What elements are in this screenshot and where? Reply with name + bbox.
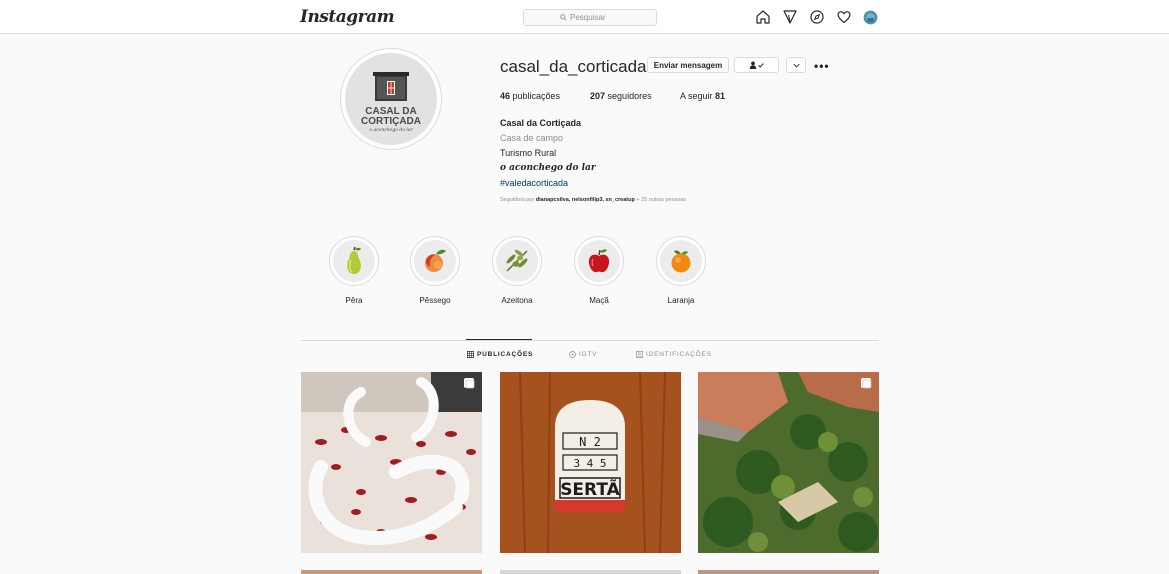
highlight-ring [574, 236, 624, 286]
activity-heart-icon[interactable] [836, 9, 852, 25]
bio-line: Turismo Rural [500, 148, 557, 158]
person-check-icon [749, 61, 764, 69]
profile-avatar-icon[interactable] [863, 10, 878, 25]
profile-avatar[interactable]: CASAL DA CORTIÇADA o aconchego do lar [340, 48, 442, 150]
search-icon [560, 14, 567, 21]
tab-tagged[interactable]: IDENTIFICAÇÕES [636, 351, 712, 358]
profile-username: casal_da_corticada [500, 57, 647, 76]
followed-by-suffix: + 25 outras pessoas [636, 197, 687, 203]
tab-label: IGTV [579, 351, 598, 358]
highlight-maca[interactable]: Maçã [569, 236, 629, 305]
olive-icon [506, 249, 528, 272]
highlight-cover [333, 240, 375, 282]
suggested-dropdown-button[interactable] [786, 57, 806, 73]
send-message-button[interactable]: Enviar mensagem [647, 57, 729, 73]
post-towel-swans[interactable] [301, 372, 482, 553]
apple-icon [588, 249, 610, 273]
highlight-pera[interactable]: Pêra [324, 236, 384, 305]
highlight-azeitona[interactable]: Azeitona [487, 236, 547, 305]
tab-posts[interactable]: PUBLICAÇÕES [467, 351, 533, 358]
highlight-ring [492, 236, 542, 286]
chevron-down-icon [792, 63, 800, 68]
followers-count-label: seguidores [607, 91, 652, 101]
marker-line2: 3 4 5 [573, 457, 606, 470]
bio-full-name: Casal da Cortiçada [500, 118, 582, 128]
post-image [698, 372, 879, 553]
bio-slogan: o aconchego do lar [500, 163, 596, 173]
tagged-icon [636, 351, 643, 358]
search-box[interactable] [523, 9, 657, 26]
direct-icon[interactable] [782, 9, 798, 25]
avatar-brand-line2: CORTIÇADA [361, 116, 421, 127]
followers-count-value: 207 [590, 91, 606, 101]
nav-icons [755, 9, 878, 25]
post-road-marker[interactable]: N 2 3 4 5 SERTÃ [500, 372, 681, 553]
highlight-label: Pêra [345, 296, 363, 305]
top-navigation-bar: Instagram [0, 0, 1169, 34]
explore-icon[interactable] [809, 9, 825, 25]
highlight-ring [410, 236, 460, 286]
post-image: N 2 3 4 5 SERTÃ [500, 372, 681, 553]
avatar-brand-line3: o aconchego do lar [369, 128, 413, 133]
highlight-laranja[interactable]: Laranja [651, 236, 711, 305]
profile-bio: Casal da Cortiçada Casa de campo Turismo… [500, 116, 850, 191]
tab-label: IDENTIFICAÇÕES [646, 351, 712, 358]
tab-label: PUBLICAÇÕES [477, 351, 534, 358]
house-logo-icon [373, 72, 409, 101]
bio-hashtag-link[interactable]: #valedacorticada [500, 176, 850, 191]
post-row2-1[interactable] [301, 570, 482, 574]
grid-icon [467, 351, 474, 358]
pear-icon [347, 246, 361, 274]
followed-by-names: dianapcsilva, nelsonfilip3, sn_creatup [535, 197, 635, 203]
following-count-label: A seguir [680, 91, 713, 101]
posts-count-value: 46 [500, 91, 511, 101]
instagram-logo[interactable]: Instagram [300, 7, 395, 27]
orange-icon [671, 250, 691, 273]
highlight-cover [660, 240, 702, 282]
highlight-cover [496, 240, 538, 282]
following-count-value: 81 [715, 91, 726, 101]
post-row2-2[interactable] [500, 570, 681, 574]
highlight-pessego[interactable]: Pêssego [405, 236, 465, 305]
highlight-label: Azeitona [501, 296, 533, 305]
active-tab-indicator [466, 339, 532, 340]
highlight-label: Laranja [667, 296, 695, 305]
post-aerial-garden[interactable] [698, 372, 879, 553]
more-options-icon[interactable]: ••• [814, 59, 830, 73]
posts-count-label: publicações [512, 91, 561, 101]
tabs-divider [301, 340, 879, 341]
highlight-ring [329, 236, 379, 286]
marker-line3: SERTÃ [560, 477, 620, 500]
followed-by-prefix: Seguido/a por [500, 197, 535, 203]
following-button[interactable] [734, 57, 779, 73]
highlight-ring [656, 236, 706, 286]
bio-category: Casa de campo [500, 133, 564, 143]
followed-by[interactable]: Seguido/a por dianapcsilva, nelsonfilip3… [500, 197, 686, 203]
followers-count[interactable]: 207 seguidores [590, 91, 652, 101]
post-image [301, 372, 482, 553]
following-count[interactable]: A seguir 81 [680, 91, 725, 101]
igtv-icon [569, 351, 576, 358]
posts-count: 46 publicações [500, 91, 560, 101]
tab-igtv[interactable]: IGTV [569, 351, 597, 358]
peach-icon [425, 249, 446, 272]
post-row2-3[interactable] [698, 570, 879, 574]
highlight-cover [414, 240, 456, 282]
highlight-cover [578, 240, 620, 282]
marker-line1: N 2 [579, 435, 601, 449]
avatar-image: CASAL DA CORTIÇADA o aconchego do lar [345, 53, 437, 145]
home-icon[interactable] [755, 9, 771, 25]
search-input[interactable] [570, 13, 620, 22]
highlight-label: Maçã [589, 296, 609, 305]
highlight-label: Pêssego [419, 296, 451, 305]
